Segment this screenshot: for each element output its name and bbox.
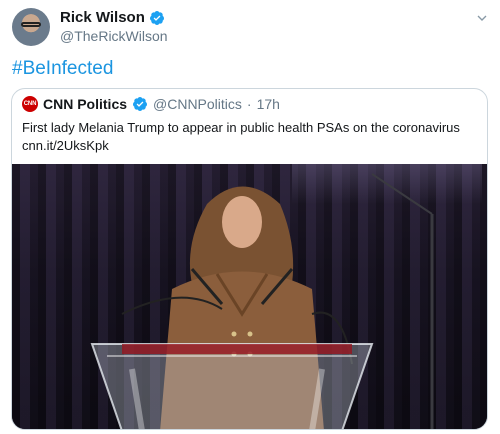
separator-dot: · [246,96,252,112]
quoted-tweet-text: First lady Melania Trump to appear in pu… [22,119,477,155]
quoted-author-name[interactable]: CNN Politics [43,96,127,112]
quoted-author-handle[interactable]: @CNNPolitics [153,96,242,112]
quoted-tweet-link[interactable]: cnn.it/2UksKpk [22,137,477,155]
cnn-logo-icon[interactable]: CNN [22,96,38,112]
author-name-row[interactable]: Rick Wilson [60,9,165,26]
quoted-tweet[interactable]: CNN CNN Politics @CNNPolitics · 17h Firs… [11,88,488,430]
chevron-down-icon[interactable] [474,10,490,26]
author-handle[interactable]: @TheRickWilson [60,28,168,44]
hashtag-link[interactable]: #BeInfected [12,58,113,80]
quoted-timestamp[interactable]: 17h [257,96,280,112]
author-avatar[interactable] [12,8,50,46]
avatar-glasses [21,22,41,27]
quoted-tweet-photo[interactable] [12,164,487,429]
quoted-tweet-body: First lady Melania Trump to appear in pu… [22,120,460,135]
quoted-tweet-header: CNN CNN Politics @CNNPolitics · 17h [22,96,280,112]
author-name[interactable]: Rick Wilson [60,9,145,26]
speaker-at-podium-image [90,173,434,429]
verified-badge-icon [149,10,164,25]
verified-badge-icon [133,97,148,111]
tweet-card: Rick Wilson @TheRickWilson #BeInfected C… [0,0,500,434]
